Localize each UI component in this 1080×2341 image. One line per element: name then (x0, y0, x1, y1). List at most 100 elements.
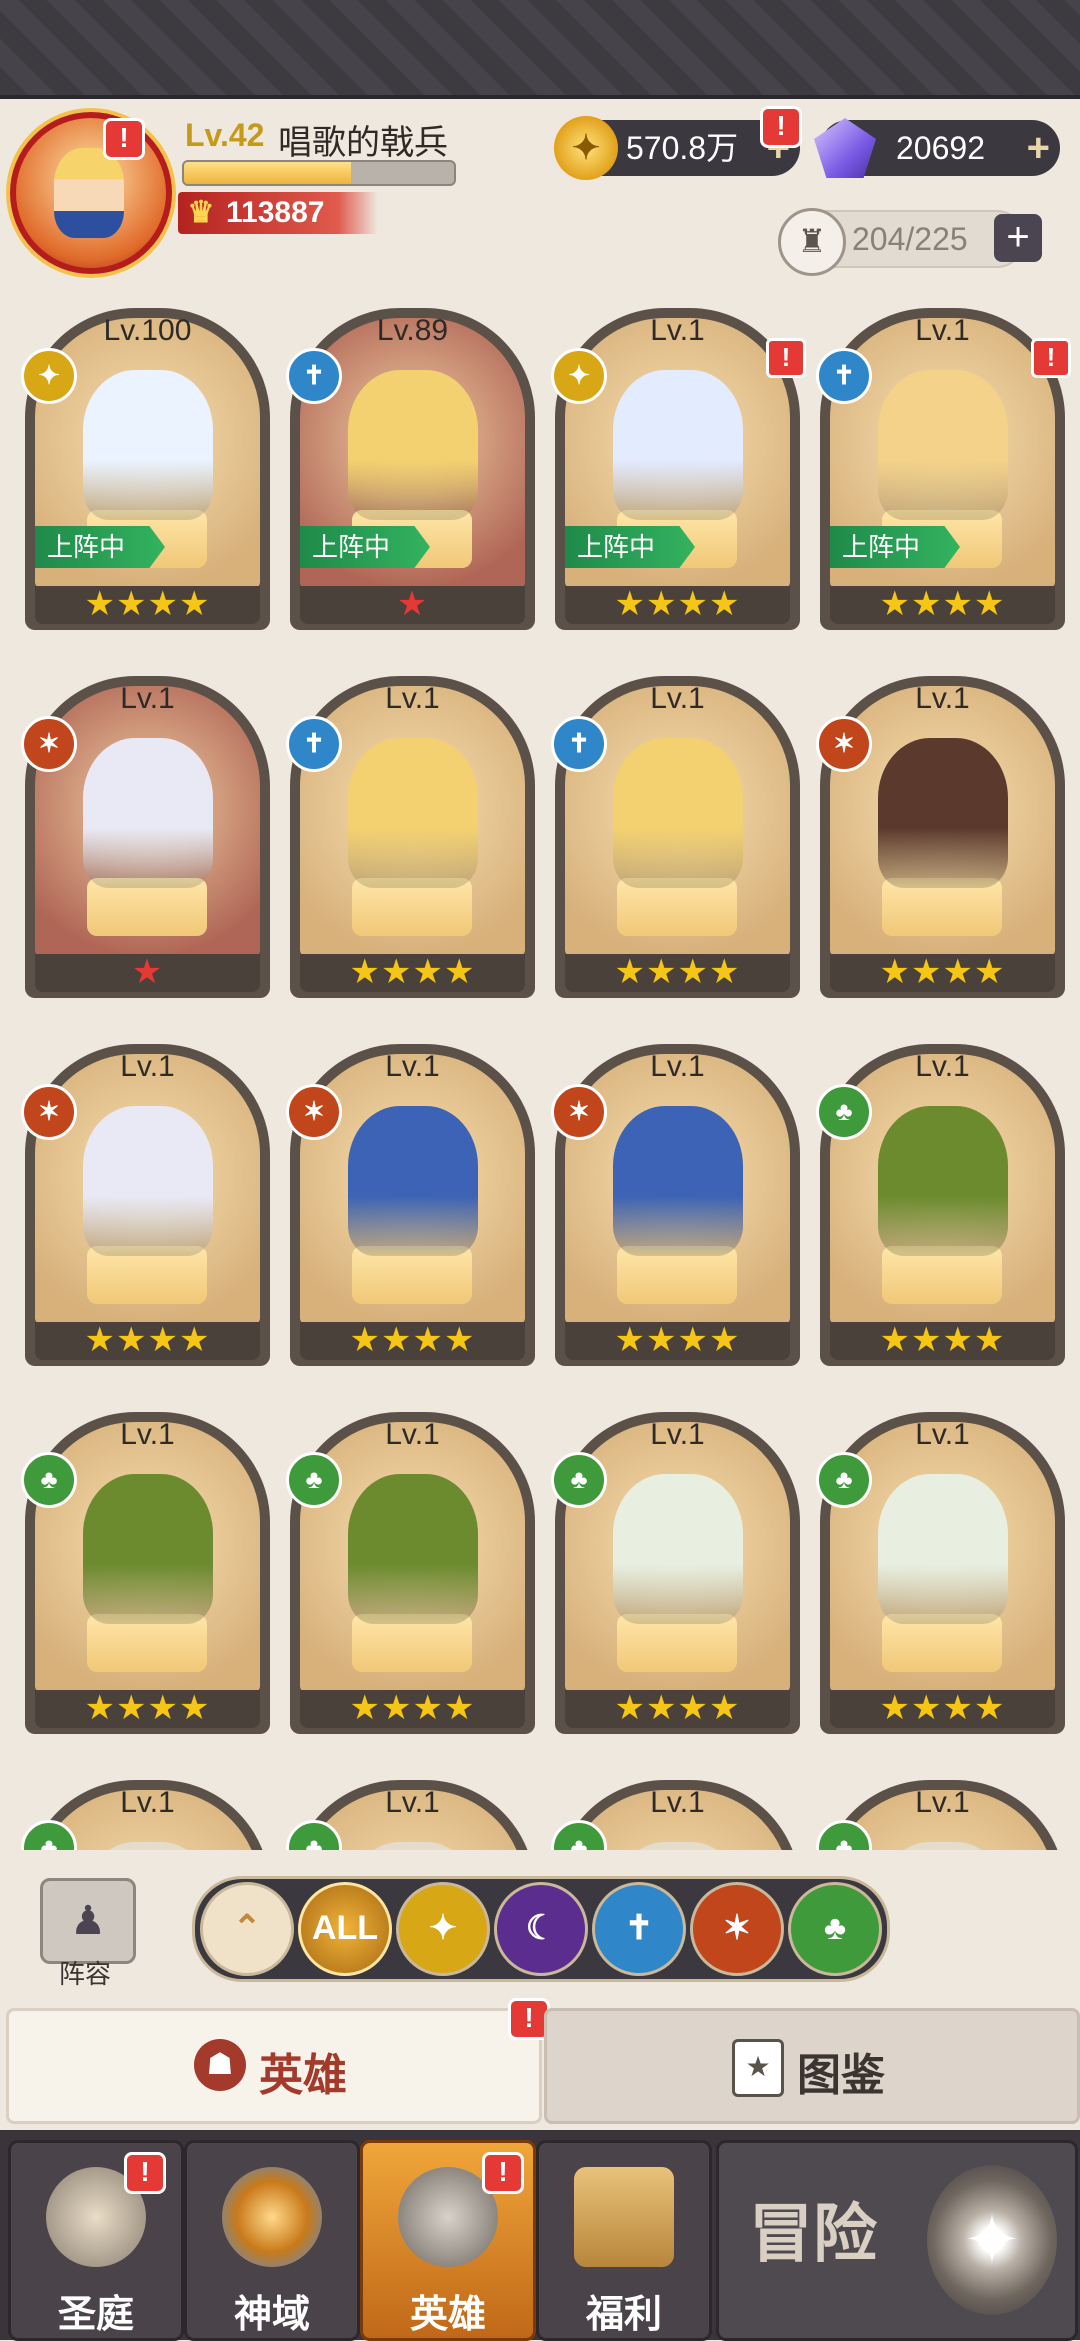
gold-alert-badge: ! (760, 106, 802, 148)
gem-icon (814, 118, 876, 178)
player-name: 唱歌的戟兵 (278, 124, 448, 162)
hero-sprite (613, 738, 743, 888)
hero-card[interactable]: Lv.1 ✶ ★★★★ (21, 1026, 270, 1366)
hero-card[interactable]: Lv.1 ✝ ★★★★ (551, 658, 800, 998)
compass-star-icon: ✦ (927, 2165, 1057, 2315)
hero-stars: ★★★★ (830, 1690, 1055, 1728)
collapse-filter-button[interactable]: ⌃ (200, 1882, 294, 1976)
divine-crystal-icon (222, 2167, 322, 2267)
hero-stars: ★★★★ (830, 954, 1055, 992)
filter-dark-button[interactable]: ☾ (494, 1882, 588, 1976)
hero-level: Lv.100 (103, 314, 192, 347)
nav-welfare-label: 福利 (585, 2294, 662, 2336)
hero-card[interactable]: Lv.1 ♣ ★★★★ (286, 1394, 535, 1734)
expand-capacity-button[interactable]: + (994, 214, 1042, 262)
deployed-tag: 上阵中 (35, 526, 165, 568)
avatar-alert-badge: ! (103, 118, 145, 160)
hero-stars: ★★★★ (565, 1690, 790, 1728)
gem-counter[interactable]: 20692 + (814, 118, 1060, 178)
nature-faction-icon: ♣ (823, 1909, 847, 1947)
player-level: Lv.42 (185, 117, 265, 153)
hero-card[interactable]: Lv.1 ✶ ★★★★ (816, 658, 1065, 998)
beast-faction-icon: ✶ (551, 1084, 607, 1140)
hero-sprite (348, 738, 478, 888)
hero-alert-badge: ! (1031, 338, 1071, 378)
capacity-icon: ♜ (778, 208, 846, 276)
hero-sprite (83, 1106, 213, 1256)
player-avatar[interactable] (10, 112, 172, 274)
hero-sprite (83, 738, 213, 888)
nav-adventure[interactable]: 冒险 ✦ (716, 2140, 1078, 2341)
formation-button[interactable]: ♟ 阵容 (30, 1878, 140, 1989)
hero-card[interactable]: Lv.1 ♣ (21, 1762, 270, 1850)
hero-card[interactable]: Lv.1 ✦ 上阵中! ★★★★ (551, 290, 806, 630)
hero-card[interactable]: Lv.1 ♣ ★★★★ (816, 1394, 1065, 1734)
tab-codex[interactable]: ★ 图鉴 (544, 2008, 1080, 2124)
hero-stars: ★★★★ (300, 1690, 525, 1728)
hero-card[interactable]: Lv.1 ♣ (286, 1762, 535, 1850)
hero-card[interactable]: Lv.1 ✝ 上阵中! ★★★★ (816, 290, 1071, 630)
nav-divine-label: 神域 (233, 2294, 310, 2336)
hero-level: Lv.1 (650, 1786, 705, 1819)
nature-faction-icon: ♣ (21, 1452, 77, 1508)
nav-court-label: 圣庭 (57, 2294, 134, 2336)
hero-stars: ★★★★ (830, 586, 1055, 624)
hero-sprite (878, 1474, 1008, 1624)
filter-light-button[interactable]: ✦ (396, 1882, 490, 1976)
hero-stars: ★★★★ (565, 586, 790, 624)
filter-beast-button[interactable]: ✶ (690, 1882, 784, 1976)
order-faction-icon: ✝ (816, 348, 872, 404)
hero-sprite (83, 1474, 213, 1624)
hero-stars: ★★★★ (300, 1322, 525, 1360)
hero-level: Lv.1 (915, 1050, 970, 1083)
tab-heroes-label: 英雄 (259, 2051, 347, 2100)
gold-coin-icon: ✦ (554, 116, 618, 180)
nav-adventure-label: 冒险 (749, 2198, 877, 2270)
light-faction-icon: ✦ (21, 348, 77, 404)
hero-stars: ★★★★ (300, 954, 525, 992)
tab-heroes[interactable]: ☗ 英雄 (6, 2008, 542, 2124)
hero-card[interactable]: Lv.1 ♣ ★★★★ (816, 1026, 1065, 1366)
order-faction-icon: ✝ (551, 716, 607, 772)
hero-level: Lv.1 (915, 1786, 970, 1819)
hero-stars: ★★★★ (565, 1322, 790, 1360)
hero-card[interactable]: Lv.1 ♣ ★★★★ (21, 1394, 270, 1734)
chevron-up-icon: ⌃ (232, 1909, 262, 1947)
order-faction-icon: ✝ (286, 716, 342, 772)
light-faction-icon: ✦ (551, 348, 607, 404)
hero-stars: ★★★★ (35, 1690, 260, 1728)
hero-level: Lv.1 (915, 1418, 970, 1451)
hero-sprite (613, 370, 743, 520)
beast-faction-icon: ✶ (722, 1909, 752, 1947)
hero-card[interactable]: Lv.100 ✦ 上阵中 ★★★★ (21, 290, 270, 630)
hero-card[interactable]: Lv.1 ✝ ★★★★ (286, 658, 535, 998)
hero-card[interactable]: Lv.1 ♣ (816, 1762, 1065, 1850)
nav-divine[interactable]: 神域 (184, 2140, 360, 2341)
hero-card[interactable]: Lv.1 ✶ ★★★★ (286, 1026, 535, 1366)
filter-nature-button[interactable]: ♣ (788, 1882, 882, 1976)
nature-faction-icon: ♣ (286, 1452, 342, 1508)
hero-level: Lv.1 (650, 1418, 705, 1451)
nav-welfare[interactable]: 福利 (536, 2140, 712, 2341)
filter-order-button[interactable]: ✝ (592, 1882, 686, 1976)
hero-card[interactable]: Lv.1 ♣ ★★★★ (551, 1394, 800, 1734)
gold-value: 570.8万 (626, 130, 739, 166)
hero-level: Lv.1 (385, 1050, 440, 1083)
nav-heroes-label: 英雄 (409, 2294, 486, 2336)
hero-card[interactable]: Lv.1 ✶ ★★★★ (551, 1026, 800, 1366)
hero-capacity: ♜ 204/225 + (778, 208, 1042, 276)
hero-level: Lv.1 (120, 1050, 175, 1083)
hero-level: Lv.1 (650, 682, 705, 715)
gem-value: 20692 (896, 130, 985, 166)
hero-sprite (613, 1106, 743, 1256)
filter-all-button[interactable]: ALL (298, 1882, 392, 1976)
hero-card[interactable]: Lv.89 ✝ 上阵中 ★ (286, 290, 535, 630)
add-gems-icon[interactable]: + (1027, 120, 1050, 176)
hero-alert-badge: ! (766, 338, 806, 378)
hero-card[interactable]: Lv.1 ♣ (551, 1762, 800, 1850)
beast-faction-icon: ✶ (21, 716, 77, 772)
hero-stars: ★★★★ (830, 1322, 1055, 1360)
hero-card[interactable]: Lv.1 ✶ ★ (21, 658, 270, 998)
hero-sprite (83, 370, 213, 520)
chess-pawn-icon: ♟ (40, 1878, 136, 1964)
